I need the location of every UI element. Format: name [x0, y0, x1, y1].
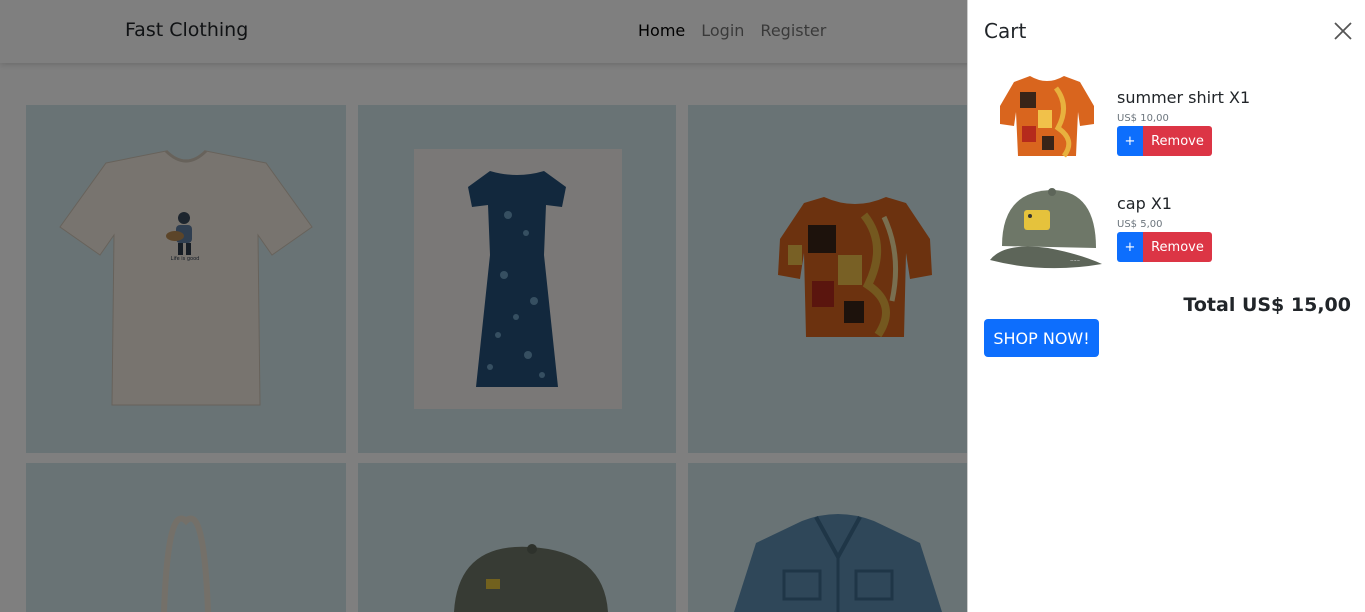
summer-shirt-thumbnail: [1000, 76, 1094, 158]
cart-item-price: US$ 10,00: [1117, 113, 1169, 124]
svg-text:~~~: ~~~: [1070, 258, 1080, 263]
remove-item-button[interactable]: Remove: [1143, 126, 1212, 156]
cart-item-name: cap X1: [1117, 194, 1172, 213]
cart-item-name: summer shirt X1: [1117, 88, 1251, 107]
modal-backdrop[interactable]: [0, 0, 967, 612]
close-icon[interactable]: [1332, 20, 1354, 42]
cart-panel: Cart summer shirt X1 US$ 10,00 + Remove …: [967, 0, 1365, 612]
remove-item-button[interactable]: Remove: [1143, 232, 1212, 262]
cart-total: Total US$ 15,00: [1183, 294, 1351, 316]
increase-quantity-button[interactable]: +: [1117, 126, 1143, 156]
cart-title: Cart: [984, 19, 1027, 43]
cart-item-price: US$ 5,00: [1117, 219, 1163, 230]
cart-item: ~~~ cap X1 US$ 5,00 + Remove: [984, 176, 1354, 272]
shop-now-button[interactable]: SHOP NOW!: [984, 319, 1099, 357]
cap-thumbnail: ~~~: [990, 188, 1102, 269]
increase-quantity-button[interactable]: +: [1117, 232, 1143, 262]
cart-item: summer shirt X1 US$ 10,00 + Remove: [984, 70, 1354, 166]
